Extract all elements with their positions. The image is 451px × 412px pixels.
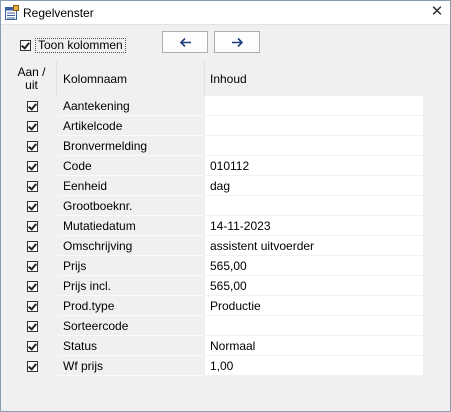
- row-content-cell[interactable]: Normaal: [205, 336, 423, 356]
- next-button[interactable]: [214, 31, 260, 53]
- grid-body: Aantekening Artikelcode Bronvermelding Code…: [7, 96, 423, 376]
- arrow-left-icon: [179, 37, 191, 47]
- arrow-right-icon: [231, 37, 243, 47]
- header-column-name: Kolomnaam: [57, 61, 205, 96]
- toolbar: Toon kolommen: [1, 25, 450, 61]
- row-visible-checkbox[interactable]: [26, 100, 38, 112]
- row-toggle-cell: [7, 316, 57, 336]
- row-content-cell[interactable]: assistent uitvoerder: [205, 236, 423, 256]
- row-toggle-cell: [7, 156, 57, 176]
- row-toggle-cell: [7, 236, 57, 256]
- row-toggle-cell: [7, 356, 57, 376]
- table-row[interactable]: Artikelcode: [7, 116, 423, 136]
- row-column-name: Prijs incl.: [57, 276, 205, 296]
- show-columns-label: Toon kolommen: [35, 37, 126, 53]
- title-bar: Regelvenster ✕: [1, 1, 450, 25]
- row-column-name: Prod.type: [57, 296, 205, 316]
- grid-right-edge: [423, 61, 424, 376]
- window-title: Regelvenster: [23, 6, 94, 20]
- row-content-cell[interactable]: 14-11-2023: [205, 216, 423, 236]
- row-content-cell[interactable]: [205, 196, 423, 216]
- header-toggle-label: Aan / uit: [17, 64, 46, 92]
- row-content-cell[interactable]: [205, 316, 423, 336]
- row-visible-checkbox[interactable]: [26, 280, 38, 292]
- row-toggle-cell: [7, 116, 57, 136]
- row-content-cell[interactable]: [205, 116, 423, 136]
- row-visible-checkbox[interactable]: [26, 160, 38, 172]
- row-content-cell[interactable]: 565,00: [205, 276, 423, 296]
- table-row[interactable]: Prijs 565,00: [7, 256, 423, 276]
- row-toggle-cell: [7, 216, 57, 236]
- rule-window: Regelvenster ✕ Toon kolommen Aan / uit K…: [0, 0, 451, 412]
- row-visible-checkbox[interactable]: [26, 340, 38, 352]
- previous-button[interactable]: [162, 31, 208, 53]
- row-content-cell[interactable]: [205, 96, 423, 116]
- row-visible-checkbox[interactable]: [26, 300, 38, 312]
- row-toggle-cell: [7, 336, 57, 356]
- row-content-cell[interactable]: 565,00: [205, 256, 423, 276]
- row-column-name: Wf prijs: [57, 356, 205, 376]
- show-columns-checkbox[interactable]: [20, 39, 31, 51]
- header-content: Inhoud: [210, 71, 247, 86]
- row-content-cell[interactable]: Productie: [205, 296, 423, 316]
- table-row[interactable]: Omschrijving assistent uitvoerder: [7, 236, 423, 256]
- row-visible-checkbox[interactable]: [26, 220, 38, 232]
- row-column-name: Sorteercode: [57, 316, 205, 336]
- table-row[interactable]: Bronvermelding: [7, 136, 423, 156]
- row-column-name: Omschrijving: [57, 236, 205, 256]
- row-column-name: Status: [57, 336, 205, 356]
- header-toggle: Aan / uit: [7, 61, 57, 96]
- table-row[interactable]: Grootboeknr.: [7, 196, 423, 216]
- row-toggle-cell: [7, 276, 57, 296]
- table-row[interactable]: Aantekening: [7, 96, 423, 116]
- grid-window-icon: [5, 5, 19, 20]
- row-visible-checkbox[interactable]: [26, 260, 38, 272]
- row-visible-checkbox[interactable]: [26, 140, 38, 152]
- row-column-name: Eenheid: [57, 176, 205, 196]
- row-visible-checkbox[interactable]: [26, 200, 38, 212]
- row-column-name: Code: [57, 156, 205, 176]
- table-row[interactable]: Prod.type Productie: [7, 296, 423, 316]
- row-visible-checkbox[interactable]: [26, 320, 38, 332]
- row-toggle-cell: [7, 256, 57, 276]
- row-content-cell[interactable]: 010112: [205, 156, 423, 176]
- row-toggle-cell: [7, 96, 57, 116]
- table-row[interactable]: Eenheid dag: [7, 176, 423, 196]
- grid-header: Aan / uit Kolomnaam Inhoud: [7, 61, 423, 96]
- row-column-name: Aantekening: [57, 96, 205, 116]
- table-row[interactable]: Prijs incl. 565,00: [7, 276, 423, 296]
- row-column-name: Mutatiedatum: [57, 216, 205, 236]
- row-toggle-cell: [7, 296, 57, 316]
- table-row[interactable]: Mutatiedatum 14-11-2023: [7, 216, 423, 236]
- table-row[interactable]: Wf prijs 1,00: [7, 356, 423, 376]
- row-content-cell[interactable]: 1,00: [205, 356, 423, 376]
- table-row[interactable]: Status Normaal: [7, 336, 423, 356]
- column-grid: Aan / uit Kolomnaam Inhoud Aantekening Ar…: [7, 61, 423, 376]
- show-columns-toggle[interactable]: Toon kolommen: [20, 37, 126, 53]
- row-content-cell[interactable]: dag: [205, 176, 423, 196]
- row-visible-checkbox[interactable]: [26, 120, 38, 132]
- row-column-name: Grootboeknr.: [57, 196, 205, 216]
- row-content-cell[interactable]: [205, 136, 423, 156]
- row-column-name: Artikelcode: [57, 116, 205, 136]
- row-visible-checkbox[interactable]: [26, 180, 38, 192]
- row-visible-checkbox[interactable]: [26, 240, 38, 252]
- row-column-name: Prijs: [57, 256, 205, 276]
- grid-empty-area: [7, 376, 423, 401]
- row-toggle-cell: [7, 176, 57, 196]
- row-column-name: Bronvermelding: [57, 136, 205, 156]
- table-row[interactable]: Code 010112: [7, 156, 423, 176]
- row-visible-checkbox[interactable]: [26, 360, 38, 372]
- table-row[interactable]: Sorteercode: [7, 316, 423, 336]
- close-icon[interactable]: ✕: [430, 4, 444, 20]
- row-toggle-cell: [7, 136, 57, 156]
- row-toggle-cell: [7, 196, 57, 216]
